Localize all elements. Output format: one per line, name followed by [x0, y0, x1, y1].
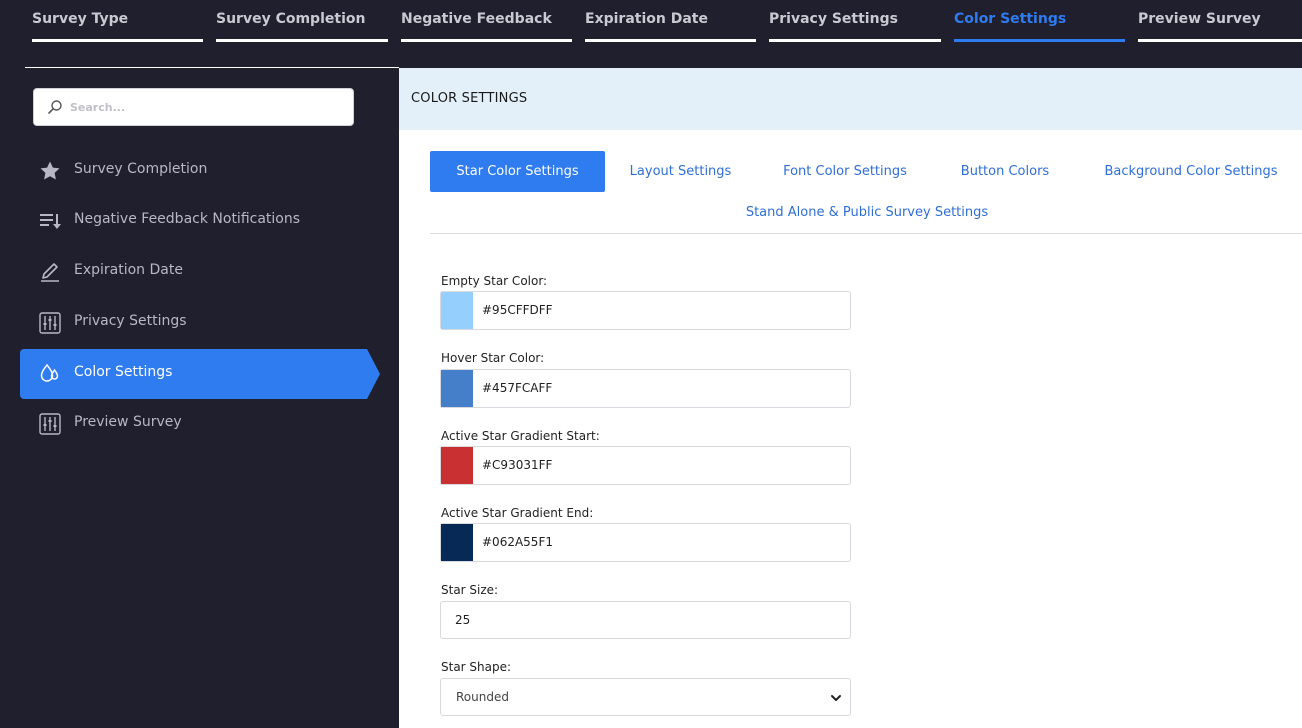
step-label: Survey Type: [32, 11, 129, 27]
step-bar: Survey Type Survey Completion Negative F…: [0, 0, 1302, 68]
gradient-end-label: Active Star Gradient End:: [441, 506, 594, 520]
step-label: Privacy Settings: [769, 11, 898, 27]
droplets-icon: [40, 363, 59, 382]
star-shape-select[interactable]: Rounded: [440, 678, 851, 716]
step-survey-completion[interactable]: Survey Completion: [216, 0, 388, 42]
step-negative-feedback[interactable]: Negative Feedback: [401, 0, 572, 42]
star-shape-label: Star Shape:: [441, 660, 512, 674]
gradient-start-field[interactable]: #C93031FF: [440, 446, 851, 485]
step-label: Color Settings: [954, 11, 1067, 27]
sort-list-icon: [40, 214, 61, 229]
step-expiration-date[interactable]: Expiration Date: [585, 0, 756, 42]
step-label: Negative Feedback: [401, 11, 552, 27]
input-value: 25: [455, 613, 471, 627]
sidebar-item-privacy-settings[interactable]: Privacy Settings: [20, 298, 367, 348]
main-panel: COLOR SETTINGS Star Color Settings Layou…: [399, 68, 1302, 728]
search-input[interactable]: [70, 97, 340, 117]
star-size-label: Star Size:: [441, 583, 499, 597]
color-value: #062A55F1: [482, 535, 553, 549]
chevron-down-icon: [831, 695, 841, 701]
tab-button-colors[interactable]: Button Colors: [944, 151, 1066, 192]
color-swatch[interactable]: [441, 524, 473, 561]
search-box[interactable]: [33, 88, 354, 126]
color-value: #457FCAFF: [482, 381, 553, 395]
sidebar-item-label: Privacy Settings: [74, 313, 187, 329]
color-value: #C93031FF: [482, 458, 553, 472]
star-size-input[interactable]: 25: [440, 601, 851, 639]
hover-star-color-label: Hover Star Color:: [441, 351, 545, 365]
color-value: #95CFFDFF: [482, 303, 553, 317]
sidebar-item-label: Expiration Date: [74, 262, 183, 278]
sidebar-item-label: Survey Completion: [74, 161, 208, 177]
sidebar-item-survey-completion[interactable]: Survey Completion: [20, 146, 367, 196]
step-label: Expiration Date: [585, 11, 708, 27]
tab-font-color-settings[interactable]: Font Color Settings: [765, 151, 925, 192]
step-survey-type[interactable]: Survey Type: [32, 0, 203, 42]
empty-star-color-field[interactable]: #95CFFDFF: [440, 291, 851, 330]
sidebar-item-label: Preview Survey: [74, 414, 182, 430]
tab-standalone-public-survey[interactable]: Stand Alone & Public Survey Settings: [717, 192, 1017, 233]
color-swatch[interactable]: [441, 370, 473, 407]
sidebar-item-expiration-date[interactable]: Expiration Date: [20, 247, 367, 297]
tab-star-color-settings[interactable]: Star Color Settings: [430, 151, 605, 192]
gradient-start-label: Active Star Gradient Start:: [441, 429, 600, 443]
sidebar-item-label: Negative Feedback Notifications: [74, 211, 301, 227]
star-icon: [40, 161, 60, 180]
page-title: COLOR SETTINGS: [411, 91, 528, 106]
sidebar-item-preview-survey[interactable]: Preview Survey: [20, 399, 367, 449]
color-swatch[interactable]: [441, 292, 473, 329]
gradient-end-field[interactable]: #062A55F1: [440, 523, 851, 562]
sidebar-item-label: Color Settings: [74, 364, 173, 380]
sidebar: Survey Completion Negative Feedback Noti…: [0, 68, 399, 728]
pencil-icon: [41, 263, 59, 282]
tab-layout-settings[interactable]: Layout Settings: [612, 151, 749, 192]
search-icon: [48, 100, 62, 114]
tab-background-color-settings[interactable]: Background Color Settings: [1083, 151, 1299, 192]
sidebar-item-color-settings[interactable]: Color Settings: [20, 349, 380, 399]
hover-star-color-field[interactable]: #457FCAFF: [440, 369, 851, 408]
step-preview-survey[interactable]: Preview Survey: [1138, 0, 1302, 42]
color-swatch[interactable]: [441, 447, 473, 484]
step-label: Survey Completion: [216, 11, 366, 27]
sliders-icon: [39, 413, 61, 435]
divider: [430, 233, 1302, 234]
page-header: COLOR SETTINGS: [399, 68, 1302, 130]
select-value: Rounded: [456, 690, 509, 704]
sidebar-item-negative-feedback[interactable]: Negative Feedback Notifications: [20, 196, 367, 246]
step-privacy-settings[interactable]: Privacy Settings: [769, 0, 941, 42]
sliders-icon: [39, 312, 61, 334]
step-color-settings[interactable]: Color Settings: [954, 0, 1125, 42]
empty-star-color-label: Empty Star Color:: [441, 274, 548, 288]
step-label: Preview Survey: [1138, 11, 1261, 27]
